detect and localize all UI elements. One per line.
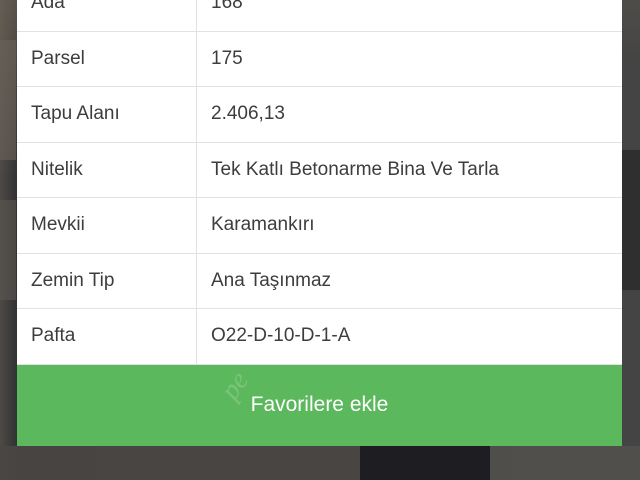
map-patch — [490, 446, 640, 480]
table-row-ada: Ada 168 — [17, 0, 622, 32]
table-row-zemin-tip: Zemin Tip Ana Taşınmaz — [17, 253, 622, 309]
row-label: Zemin Tip — [17, 253, 197, 309]
table-row-pafta: Pafta O22-D-10-D-1-A — [17, 308, 622, 365]
table-row-parsel: Parsel 175 — [17, 31, 622, 87]
map-patch — [360, 446, 490, 480]
parcel-details-table: Ada 168 Parsel 175 Tapu Alanı 2.406,13 N… — [17, 0, 622, 365]
row-label: Ada — [17, 0, 197, 32]
table-row-nitelik: Nitelik Tek Katlı Betonarme Bina Ve Tarl… — [17, 142, 622, 198]
table-row-mevkii: Mevkii Karamankırı — [17, 197, 622, 254]
row-label: Mevkii — [17, 197, 197, 254]
row-value: O22-D-10-D-1-A — [196, 308, 622, 365]
row-value: Karamankırı — [196, 197, 622, 254]
row-label: Tapu Alanı — [17, 86, 197, 143]
row-label: Nitelik — [17, 142, 197, 198]
add-to-favorites-button[interactable]: Favorilere ekle — [17, 364, 622, 446]
row-value: 168 — [196, 0, 622, 32]
row-label: Pafta — [17, 308, 197, 365]
row-value: Tek Katlı Betonarme Bina Ve Tarla — [196, 142, 622, 198]
row-value: Ana Taşınmaz — [196, 253, 622, 309]
table-row-tapu-alani: Tapu Alanı 2.406,13 — [17, 86, 622, 143]
parcel-info-panel: Ada 168 Parsel 175 Tapu Alanı 2.406,13 N… — [17, 0, 622, 446]
map-patch — [0, 446, 360, 480]
row-label: Parsel — [17, 31, 197, 87]
map-patch — [622, 150, 640, 290]
map-patch — [0, 40, 16, 160]
row-value: 2.406,13 — [196, 86, 622, 143]
row-value: 175 — [196, 31, 622, 87]
map-patch — [0, 200, 16, 300]
